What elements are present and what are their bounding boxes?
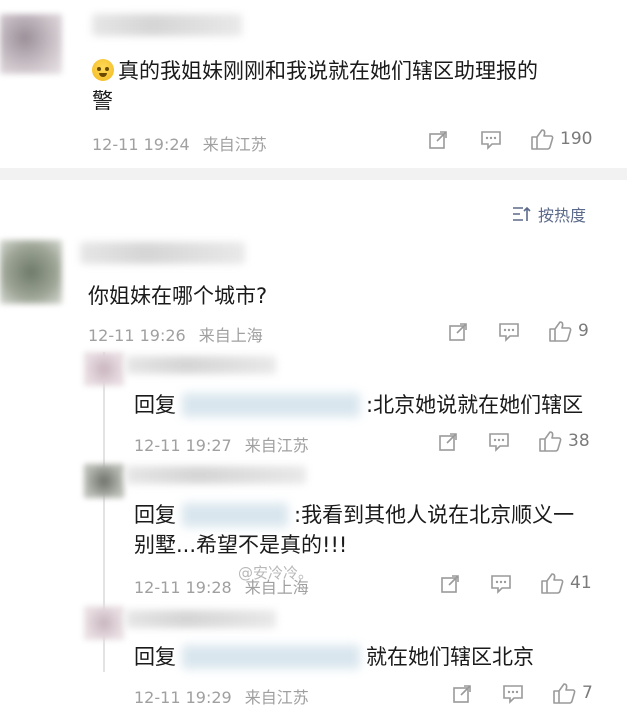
- reply-target-username[interactable]: [182, 503, 288, 527]
- reply-text: 回复 :我看到其他人说在北京顺义一 别墅...希望不是真的!!!: [134, 500, 604, 560]
- like-icon[interactable]: [540, 572, 564, 594]
- reply-prefix: 回复: [134, 503, 176, 527]
- comment-text: 真的我姐妹刚刚和我说就在她们辖区助理报的 警: [92, 59, 538, 113]
- comment-time: 12-11 19:24: [92, 135, 190, 154]
- like-count: 7: [582, 683, 593, 703]
- reply-meta: 12-11 19:27 来自江苏: [134, 432, 309, 456]
- comment-location: 来自江苏: [202, 135, 267, 154]
- comment-icon[interactable]: [490, 574, 512, 594]
- reply-location: 来自江苏: [244, 436, 309, 455]
- comment-time: 12-11 19:26: [88, 326, 186, 345]
- like-count: 41: [570, 573, 592, 593]
- section-divider: [0, 168, 627, 180]
- share-icon[interactable]: [428, 130, 448, 150]
- comment-location: 来自上海: [198, 326, 263, 345]
- sort-button[interactable]: 按热度: [512, 202, 586, 226]
- avatar[interactable]: [0, 14, 62, 74]
- like-icon[interactable]: [538, 430, 562, 452]
- like-count: 38: [568, 431, 590, 451]
- reply-location: 来自江苏: [244, 688, 309, 707]
- comment-icon[interactable]: [498, 322, 520, 342]
- avatar[interactable]: [84, 606, 124, 640]
- reply-body: 就在她们辖区北京: [366, 645, 534, 669]
- reply-body: :我看到其他人说在北京顺义一: [294, 503, 575, 527]
- avatar[interactable]: [84, 464, 124, 498]
- comment-icon[interactable]: [502, 684, 524, 704]
- reply-time: 12-11 19:29: [134, 688, 232, 707]
- like-icon[interactable]: [530, 128, 554, 150]
- like-count: 190: [560, 129, 593, 149]
- like-count: 9: [578, 321, 589, 341]
- reply-target-username[interactable]: [182, 645, 360, 669]
- sort-label: 按热度: [538, 206, 587, 225]
- reply-prefix: 回复: [134, 393, 176, 417]
- like-icon[interactable]: [552, 682, 576, 704]
- cry-emoji-icon: [92, 59, 114, 81]
- share-icon[interactable]: [452, 684, 472, 704]
- avatar[interactable]: [84, 352, 124, 386]
- username[interactable]: [126, 356, 276, 374]
- username[interactable]: [126, 466, 306, 484]
- reply-meta: 12-11 19:29 来自江苏: [134, 684, 309, 708]
- reply-target-username[interactable]: [182, 393, 360, 417]
- reply-time: 12-11 19:27: [134, 436, 232, 455]
- username[interactable]: [126, 610, 276, 628]
- reply-text: 回复 就在她们辖区北京: [134, 642, 534, 672]
- comment-icon[interactable]: [480, 130, 502, 150]
- reply-body-line2: 别墅...希望不是真的!!!: [134, 533, 348, 557]
- reply-time: 12-11 19:28: [134, 578, 232, 597]
- sort-icon: [513, 206, 531, 221]
- watermark: @安冷冷。: [238, 564, 314, 582]
- share-icon[interactable]: [438, 432, 458, 452]
- comment-text: 你姐妹在哪个城市?: [88, 284, 268, 308]
- comment-meta: 12-11 19:26 来自上海: [88, 322, 263, 346]
- reply-prefix: 回复: [134, 645, 176, 669]
- username[interactable]: [92, 14, 242, 36]
- reply-text: 回复 :北京她说就在她们辖区: [134, 390, 583, 420]
- comment-meta: 12-11 19:24 来自江苏: [92, 131, 267, 155]
- share-icon[interactable]: [448, 322, 468, 342]
- comment-icon[interactable]: [488, 432, 510, 452]
- reply-body: :北京她说就在她们辖区: [366, 393, 584, 417]
- share-icon[interactable]: [440, 574, 460, 594]
- username[interactable]: [80, 242, 245, 264]
- avatar[interactable]: [0, 240, 62, 304]
- like-icon[interactable]: [548, 320, 572, 342]
